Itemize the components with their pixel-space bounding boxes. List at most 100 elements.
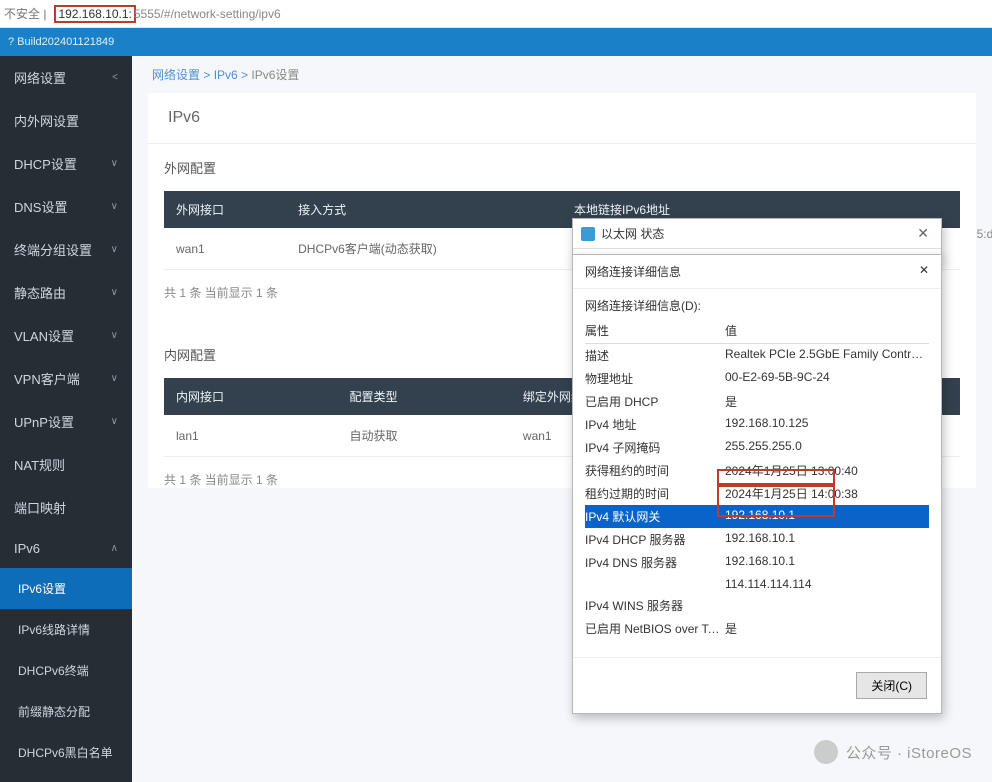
watermark-text: 公众号 · iStoreOS — [846, 742, 972, 763]
property-value: 255.255.255.0 — [725, 439, 929, 456]
network-icon — [581, 227, 595, 241]
property-value: 192.168.10.1 — [725, 531, 929, 548]
sidebar-item-dhcp[interactable]: DHCP设置∨ — [0, 142, 132, 185]
dialog-title: 以太网 状态 — [601, 225, 664, 242]
chevron-down-icon: ∨ — [111, 373, 118, 384]
property-value — [725, 597, 929, 614]
crumb-3: IPv6设置 — [251, 68, 299, 82]
property-key — [585, 577, 725, 591]
property-key: IPv4 默认网关 — [585, 508, 725, 525]
property-value: 192.168.10.1 — [725, 554, 929, 571]
sidebar-sub-ipv6-line[interactable]: IPv6线路详情 — [0, 609, 132, 650]
property-value: 是 — [725, 620, 929, 634]
ipv6-fragment: 5:d838:b0ce: — [977, 227, 992, 241]
sidebar-sub-prefix-static[interactable]: 前缀静态分配 — [0, 691, 132, 732]
cell-wan-mode: DHCPv6客户端(动态获取) — [286, 228, 562, 270]
insecure-label: 不安全 | — [4, 5, 46, 22]
wechat-icon — [814, 740, 838, 764]
property-key: IPv4 地址 — [585, 416, 725, 433]
sidebar-item-ipv6[interactable]: IPv6∧ — [0, 529, 132, 568]
properties-label: 网络连接详细信息(D): — [585, 297, 929, 314]
build-info-bar: ? Build202401121849 — [0, 28, 992, 56]
th-wan-if: 外网接口 — [164, 191, 286, 228]
property-key: IPv4 子网掩码 — [585, 439, 725, 456]
chevron-down-icon: ∨ — [111, 244, 118, 255]
th-lan-conf: 配置类型 — [337, 378, 510, 415]
sidebar-sub-ipv6-settings[interactable]: IPv6设置 — [0, 568, 132, 609]
col-property: 属性 — [585, 322, 725, 339]
dialog-titlebar[interactable]: 网络连接详细信息 ✕ — [573, 255, 941, 289]
property-value: Realtek PCIe 2.5GbE Family Controller — [725, 347, 929, 364]
col-value: 值 — [725, 322, 737, 339]
property-key: IPv4 DHCP 服务器 — [585, 531, 725, 548]
highlight-box-lease-expire — [717, 469, 835, 485]
property-row[interactable]: IPv4 DNS 服务器192.168.10.1 — [585, 551, 929, 574]
property-row[interactable]: 114.114.114.114 — [585, 574, 929, 594]
sidebar-item-network[interactable]: 网络设置< — [0, 56, 132, 99]
property-row[interactable]: 物理地址00-E2-69-5B-9C-24 — [585, 367, 929, 390]
build-version: ? Build202401121849 — [8, 36, 114, 48]
sidebar-sub-dhcpv6-acl[interactable]: DHCPv6黑白名单 — [0, 732, 132, 773]
property-row[interactable]: 描述Realtek PCIe 2.5GbE Family Controller — [585, 344, 929, 367]
chevron-up-icon: ∧ — [111, 543, 118, 554]
property-row[interactable]: 已启用 DHCP是 — [585, 390, 929, 413]
property-key: 描述 — [585, 347, 725, 364]
sidebar-item-vlan[interactable]: VLAN设置∨ — [0, 314, 132, 357]
dialog-titlebar[interactable]: 以太网 状态 ✕ — [573, 219, 941, 249]
property-row[interactable]: IPv4 DHCP 服务器192.168.10.1 — [585, 528, 929, 551]
sidebar: 网络设置< 内外网设置 DHCP设置∨ DNS设置∨ 终端分组设置∨ 静态路由∨… — [0, 56, 132, 782]
properties-header: 属性 值 — [585, 318, 929, 344]
th-lan-if: 内网接口 — [164, 378, 337, 415]
sidebar-item-vpn[interactable]: VPN客户端∨ — [0, 357, 132, 400]
property-row[interactable]: IPv4 子网掩码255.255.255.0 — [585, 436, 929, 459]
sidebar-item-terminal-group[interactable]: 终端分组设置∨ — [0, 228, 132, 271]
property-key: 获得租约的时间 — [585, 462, 725, 479]
property-value: 114.114.114.114 — [725, 577, 929, 591]
sidebar-item-static-route[interactable]: 静态路由∨ — [0, 271, 132, 314]
cell-wan-if: wan1 — [164, 228, 286, 270]
property-row[interactable]: IPv4 地址192.168.10.125 — [585, 413, 929, 436]
property-key: IPv4 WINS 服务器 — [585, 597, 725, 614]
property-key: IPv4 DNS 服务器 — [585, 554, 725, 571]
watermark: 公众号 · iStoreOS — [814, 740, 972, 764]
properties-panel: 网络连接详细信息(D): 属性 值 描述Realtek PCIe 2.5GbE … — [573, 289, 941, 657]
dialog-title: 网络连接详细信息 — [585, 263, 681, 280]
sidebar-sub-dhcpv6-clients[interactable]: DHCPv6终端 — [0, 650, 132, 691]
property-key: 物理地址 — [585, 370, 725, 387]
url-ip-highlight: 192.168.10.1: — [54, 5, 135, 23]
wan-section-label: 外网配置 — [164, 144, 976, 191]
highlight-box-gateway — [717, 485, 835, 517]
network-details-dialog[interactable]: 网络连接详细信息 ✕ 网络连接详细信息(D): 属性 值 描述Realtek P… — [572, 254, 942, 714]
chevron-left-icon: < — [112, 72, 118, 83]
property-value: 192.168.10.125 — [725, 416, 929, 433]
property-row[interactable]: 已启用 NetBIOS over Tcpip是 — [585, 617, 929, 634]
sidebar-item-nat[interactable]: NAT规则 — [0, 443, 132, 486]
property-key: 已启用 DHCP — [585, 393, 725, 410]
chevron-down-icon: ∨ — [111, 201, 118, 212]
cell-lan-conf: 自动获取 — [337, 415, 510, 457]
close-icon[interactable]: ✕ — [919, 263, 929, 280]
property-key: 租约过期的时间 — [585, 485, 725, 502]
cell-lan-if: lan1 — [164, 415, 337, 457]
crumb-2[interactable]: IPv6 — [214, 68, 238, 82]
property-value: 是 — [725, 393, 929, 410]
sidebar-item-port-map[interactable]: 端口映射 — [0, 486, 132, 529]
page-title: IPv6 — [148, 93, 976, 144]
browser-url-bar: 不安全 | 192.168.10.1: 5555/#/network-setti… — [0, 0, 992, 28]
chevron-down-icon: ∨ — [111, 158, 118, 169]
sidebar-item-wan-lan[interactable]: 内外网设置 — [0, 99, 132, 142]
sidebar-sub-neighbor[interactable]: 邻居列表 — [0, 773, 132, 782]
crumb-1[interactable]: 网络设置 — [152, 68, 200, 82]
property-value: 00-E2-69-5B-9C-24 — [725, 370, 929, 387]
chevron-down-icon: ∨ — [111, 287, 118, 298]
close-button[interactable]: 关闭(C) — [856, 672, 927, 699]
dialog-footer: 关闭(C) — [573, 657, 941, 713]
property-row[interactable]: IPv4 WINS 服务器 — [585, 594, 929, 617]
breadcrumb: 网络设置 > IPv6 > IPv6设置 — [132, 56, 992, 93]
chevron-down-icon: ∨ — [111, 330, 118, 341]
property-key: 已启用 NetBIOS over Tcpip — [585, 620, 725, 634]
close-icon[interactable]: ✕ — [913, 225, 933, 242]
sidebar-item-dns[interactable]: DNS设置∨ — [0, 185, 132, 228]
th-wan-mode: 接入方式 — [286, 191, 562, 228]
sidebar-item-upnp[interactable]: UPnP设置∨ — [0, 400, 132, 443]
